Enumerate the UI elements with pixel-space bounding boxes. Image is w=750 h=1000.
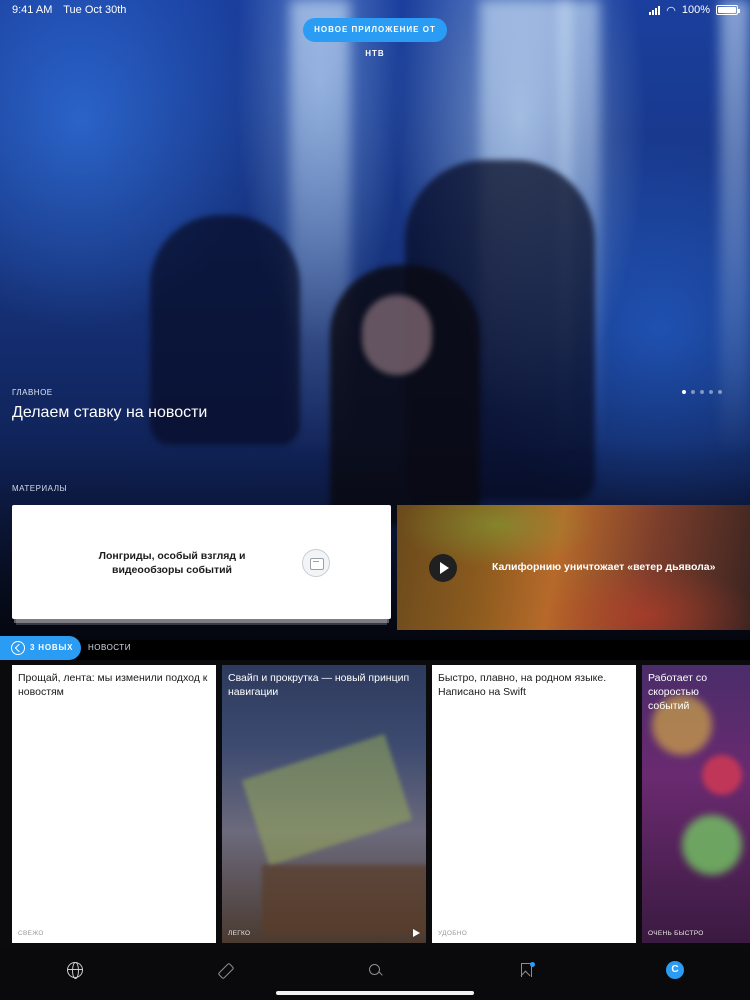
- materials-card-longreads[interactable]: Лонгриды, особый взгляд и видеообзоры со…: [12, 505, 391, 619]
- materials-card-title: Калифорнию уничтожает «ветер дьявола»: [492, 561, 716, 573]
- home-indicator[interactable]: [276, 991, 474, 995]
- singer-face: [362, 295, 432, 375]
- news-card-title: Работает со скоростью событий: [648, 672, 708, 712]
- wifi-icon: ◠: [666, 4, 676, 17]
- eraser-icon[interactable]: [217, 962, 233, 978]
- notification-dot: [530, 962, 535, 967]
- hero-kicker: ГЛАВНОЕ: [12, 388, 53, 397]
- search-icon[interactable]: [367, 962, 383, 978]
- news-card-tag: ОЧЕНЬ БЫСТРО: [648, 930, 704, 937]
- news-card[interactable]: Свайп и прокрутка — новый принцип навига…: [222, 665, 426, 943]
- status-time: 9:41 AM: [12, 4, 53, 16]
- page-dot[interactable]: [700, 390, 704, 394]
- hero-page-indicator[interactable]: [682, 390, 722, 394]
- page-dot[interactable]: [718, 390, 722, 394]
- news-section-label: НОВОСТИ: [88, 643, 131, 652]
- materials-card-title: Лонгриды, особый взгляд и видеообзоры со…: [98, 550, 246, 576]
- page-dot[interactable]: [682, 390, 686, 394]
- news-header: 3 НОВЫХ НОВОСТИ: [0, 636, 750, 660]
- battery-icon: [716, 5, 740, 15]
- bookmark-icon[interactable]: [517, 962, 535, 978]
- new-items-count: 3 НОВЫХ: [30, 643, 74, 652]
- news-card-title: Прощай, лента: мы изменили подход к ново…: [18, 672, 208, 698]
- play-icon[interactable]: [413, 929, 420, 937]
- chevron-left-icon: [11, 641, 25, 655]
- document-icon: [302, 549, 330, 577]
- news-card[interactable]: Прощай, лента: мы изменили подход к ново…: [12, 665, 216, 943]
- hero-title[interactable]: Делаем ставку на новости: [12, 404, 207, 422]
- news-card[interactable]: Быстро, плавно, на родном языке. Написан…: [432, 665, 636, 943]
- light-beam: [720, 0, 750, 460]
- profile-icon[interactable]: С: [666, 961, 684, 979]
- new-items-button[interactable]: 3 НОВЫХ: [0, 636, 81, 660]
- materials-card-video[interactable]: Калифорнию уничтожает «ветер дьявола»: [397, 505, 750, 630]
- news-card[interactable]: Работает со скоростью событий ОЧЕНЬ БЫСТ…: [642, 665, 750, 943]
- news-card-title: Свайп и прокрутка — новый принцип навига…: [228, 672, 410, 698]
- news-card-tag: ЛЕГКО: [228, 930, 251, 937]
- page-dot[interactable]: [691, 390, 695, 394]
- news-card-tag: СВЕЖО: [18, 930, 44, 937]
- materials-section-label: МАТЕРИАЛЫ: [12, 484, 68, 493]
- status-date: Tue Oct 30th: [63, 4, 127, 16]
- status-bar: 9:41 AM Tue Oct 30th ◠ 100%: [0, 0, 750, 20]
- news-card-title: Быстро, плавно, на родном языке. Написан…: [438, 672, 607, 698]
- news-card-tag: УДОБНО: [438, 930, 468, 937]
- new-app-promo-button[interactable]: НОВОЕ ПРИЛОЖЕНИЕ ОТ НТВ: [303, 18, 447, 58]
- globe-icon[interactable]: [67, 962, 83, 979]
- battery-level: 100%: [681, 4, 710, 16]
- page-dot[interactable]: [709, 390, 713, 394]
- signal-icon: [649, 5, 661, 15]
- play-icon[interactable]: [429, 554, 457, 582]
